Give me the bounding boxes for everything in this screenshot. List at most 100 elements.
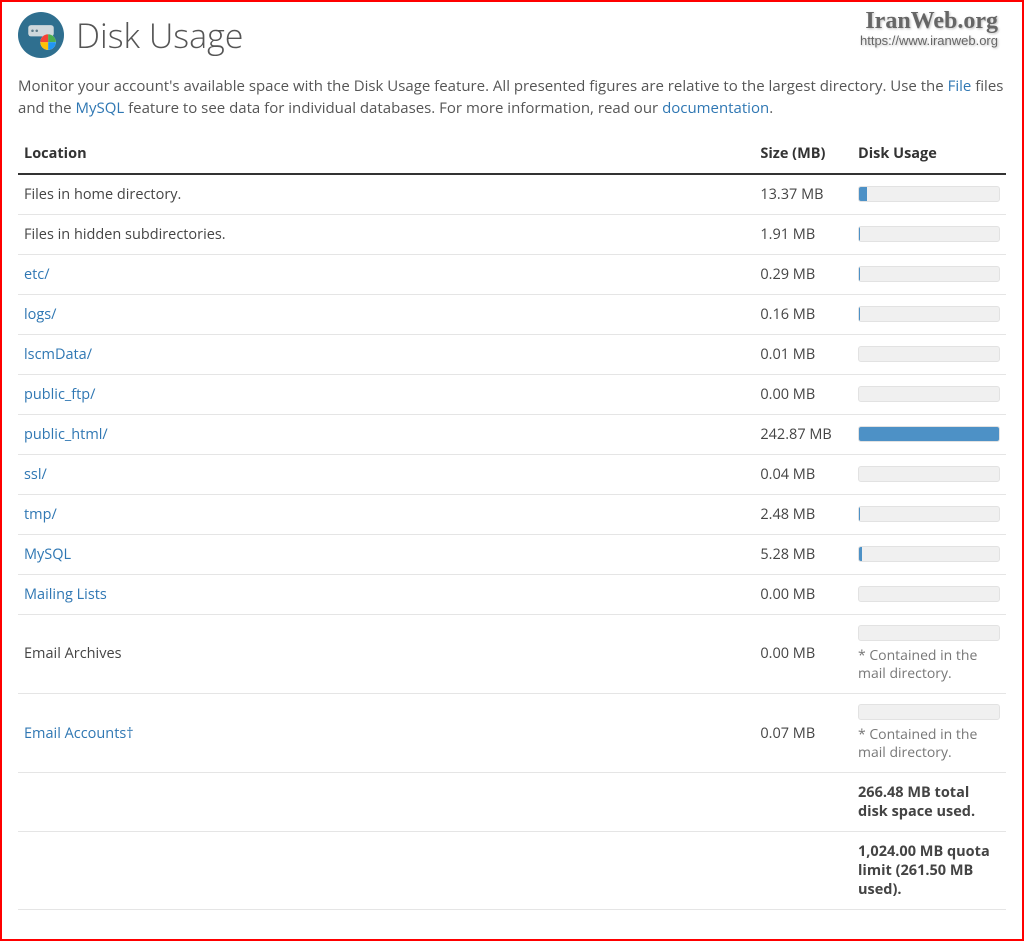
size-cell: 0.00 MB xyxy=(754,574,852,614)
location-text: Email Archives xyxy=(24,644,122,663)
table-row: MySQL 5.28 MB xyxy=(18,534,1006,574)
file-link[interactable]: File xyxy=(948,76,972,96)
size-cell: 0.29 MB xyxy=(754,254,852,294)
location-cell: Files in hidden subdirectories. xyxy=(18,214,754,254)
usage-cell xyxy=(852,454,1006,494)
size-cell: 0.07 MB xyxy=(754,693,852,772)
col-size: Size (MB) xyxy=(754,134,852,174)
location-cell: Email Archives xyxy=(18,614,754,693)
usage-cell xyxy=(852,254,1006,294)
table-row: lscmData/0.01 MB xyxy=(18,334,1006,374)
watermark-url: https://www.iranweb.org xyxy=(860,34,998,48)
usage-bar xyxy=(858,306,1000,322)
usage-note: * Contained in the mail directory. xyxy=(858,726,1000,762)
col-usage: Disk Usage xyxy=(852,134,1006,174)
location-link[interactable]: ssl/ xyxy=(24,465,47,484)
usage-cell xyxy=(852,374,1006,414)
usage-bar xyxy=(858,704,1000,720)
quota-row: 1,024.00 MB quota limit (261.50 MB used)… xyxy=(18,832,1006,910)
usage-bar xyxy=(858,346,1000,362)
usage-bar xyxy=(858,266,1000,282)
usage-bar xyxy=(858,546,1000,562)
size-cell: 1.91 MB xyxy=(754,214,852,254)
location-link[interactable]: public_ftp/ xyxy=(24,385,96,404)
disk-usage-icon xyxy=(18,12,64,58)
size-cell: 0.00 MB xyxy=(754,614,852,693)
size-cell: 242.87 MB xyxy=(754,414,852,454)
table-row: Files in hidden subdirectories. 1.91 MB xyxy=(18,214,1006,254)
location-link[interactable]: Mailing Lists xyxy=(24,585,107,604)
page-title-text: Disk Usage xyxy=(76,12,243,58)
location-cell: MySQL xyxy=(18,534,754,574)
size-cell: 0.04 MB xyxy=(754,454,852,494)
location-cell: Email Accounts† xyxy=(18,693,754,772)
usage-cell xyxy=(852,334,1006,374)
page-title: Disk Usage xyxy=(18,12,1006,58)
location-cell: etc/ xyxy=(18,254,754,294)
location-cell: ssl/ xyxy=(18,454,754,494)
location-link[interactable]: tmp/ xyxy=(24,505,57,524)
intro-text: Monitor your account's available space w… xyxy=(18,76,1006,120)
table-row: Email Archives 0.00 MB* Contained in the … xyxy=(18,614,1006,693)
location-link[interactable]: Email Accounts† xyxy=(24,724,134,743)
location-link[interactable]: lscmData/ xyxy=(24,345,92,364)
location-cell: tmp/ xyxy=(18,494,754,534)
location-cell: public_html/ xyxy=(18,414,754,454)
col-location: Location xyxy=(18,134,754,174)
usage-cell xyxy=(852,414,1006,454)
usage-bar xyxy=(858,386,1000,402)
location-text: Files in hidden subdirectories. xyxy=(24,225,226,244)
size-cell: 0.16 MB xyxy=(754,294,852,334)
table-row: etc/0.29 MB xyxy=(18,254,1006,294)
quota-text: 1,024.00 MB quota limit (261.50 MB used)… xyxy=(852,832,1006,910)
size-cell: 0.00 MB xyxy=(754,374,852,414)
table-row: Mailing Lists 0.00 MB xyxy=(18,574,1006,614)
location-cell: public_ftp/ xyxy=(18,374,754,414)
table-row: ssl/0.04 MB xyxy=(18,454,1006,494)
location-link[interactable]: logs/ xyxy=(24,305,56,324)
table-row: logs/0.16 MB xyxy=(18,294,1006,334)
usage-cell xyxy=(852,294,1006,334)
usage-bar xyxy=(858,426,1000,442)
usage-note: * Contained in the mail directory. xyxy=(858,647,1000,683)
table-row: Files in home directory.13.37 MB xyxy=(18,174,1006,215)
usage-table: Location Size (MB) Disk Usage Files in h… xyxy=(18,134,1006,911)
usage-bar-fill xyxy=(859,427,999,441)
location-cell: Files in home directory. xyxy=(18,174,754,215)
location-link[interactable]: public_html/ xyxy=(24,425,108,444)
usage-bar xyxy=(858,625,1000,641)
usage-bar-fill xyxy=(859,227,860,241)
usage-cell xyxy=(852,574,1006,614)
location-text: Files in home directory. xyxy=(24,185,181,204)
usage-bar xyxy=(858,466,1000,482)
usage-cell: * Contained in the mail directory. xyxy=(852,693,1006,772)
usage-cell xyxy=(852,494,1006,534)
table-row: Email Accounts† 0.07 MB* Contained in the… xyxy=(18,693,1006,772)
location-cell: lscmData/ xyxy=(18,334,754,374)
location-cell: logs/ xyxy=(18,294,754,334)
usage-cell xyxy=(852,534,1006,574)
usage-bar xyxy=(858,226,1000,242)
location-link[interactable]: etc/ xyxy=(24,265,50,284)
usage-bar-fill xyxy=(859,507,860,521)
usage-bar xyxy=(858,186,1000,202)
location-link[interactable]: MySQL xyxy=(24,545,71,564)
total-row: 266.48 MB total disk space used. xyxy=(18,773,1006,832)
total-text: 266.48 MB total disk space used. xyxy=(852,773,1006,832)
usage-bar xyxy=(858,586,1000,602)
documentation-link[interactable]: documentation xyxy=(662,98,769,118)
size-cell: 5.28 MB xyxy=(754,534,852,574)
watermark-title: IranWeb.org xyxy=(860,8,998,34)
table-row: tmp/2.48 MB xyxy=(18,494,1006,534)
usage-cell xyxy=(852,174,1006,215)
usage-bar-fill xyxy=(859,547,862,561)
table-row: public_html/242.87 MB xyxy=(18,414,1006,454)
usage-cell xyxy=(852,214,1006,254)
table-row: public_ftp/0.00 MB xyxy=(18,374,1006,414)
usage-bar-fill xyxy=(859,187,867,201)
location-cell: Mailing Lists xyxy=(18,574,754,614)
usage-bar xyxy=(858,506,1000,522)
size-cell: 2.48 MB xyxy=(754,494,852,534)
mysql-link[interactable]: MySQL xyxy=(75,98,124,118)
watermark: IranWeb.org https://www.iranweb.org xyxy=(860,8,998,49)
